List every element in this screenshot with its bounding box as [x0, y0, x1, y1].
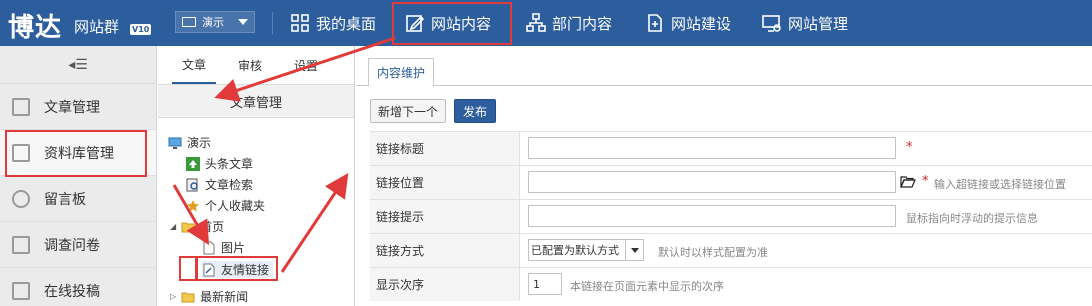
submit-icon [12, 281, 30, 300]
field-hint: 鼠标指向时浮动的提示信息 [906, 212, 1038, 225]
sidebar-item-submit[interactable]: 在线投稿 [0, 268, 156, 306]
chevron-down-icon [238, 19, 248, 25]
tree-node-label: 最新新闻 [200, 290, 249, 304]
nav-site-build[interactable]: 网站建设 [645, 0, 731, 46]
main-content: 内容维护 新增下一个 发布 链接标题 * 链接位置 * 输入超链接或选择链接位置… [356, 46, 1092, 306]
field-label: 链接提示 [370, 200, 520, 233]
article-icon [12, 97, 30, 116]
form-row-link-tip: 链接提示 鼠标指向时浮动的提示信息 [370, 199, 1092, 233]
highlight-tree-marker [179, 256, 197, 281]
tree-node-search[interactable]: 文章检索 [186, 176, 253, 193]
display-order-input[interactable]: 1 [528, 273, 562, 295]
field-hint: 本链接在页面元素中显示的次序 [570, 280, 724, 293]
sidebar-item-label: 调查问卷 [44, 237, 100, 254]
tree-node-label: 文章检索 [205, 178, 254, 192]
add-next-button[interactable]: 新增下一个 [370, 99, 446, 123]
tree-title: 文章管理 [158, 84, 354, 118]
monitor-gear-icon [762, 15, 781, 32]
up-arrow-icon [186, 156, 200, 171]
form-row-link-title: 链接标题 * [370, 131, 1092, 165]
main-tabbar: 内容维护 [356, 46, 1092, 87]
site-select-value: 演示 [202, 16, 224, 29]
field-hint: 输入超链接或选择链接位置 [934, 178, 1066, 191]
build-icon [648, 14, 662, 32]
form-row-display-order: 显示次序 1 本链接在页面元素中显示的次序 [370, 267, 1092, 301]
nav-label: 我的桌面 [316, 14, 377, 33]
field-label: 链接标题 [370, 132, 520, 165]
tab-article[interactable]: 文章 [172, 46, 217, 84]
tab-content-maintenance[interactable]: 内容维护 [368, 58, 435, 87]
collapse-menu-button[interactable]: ◂☰ [0, 46, 156, 84]
sidebar-item-label: 文章管理 [44, 99, 100, 116]
field-hint: 默认时以样式配置为准 [658, 246, 768, 259]
page-icon [203, 241, 215, 254]
org-chart-icon [526, 13, 546, 32]
sidebar-item-label: 留言板 [44, 191, 86, 208]
monitor-icon [168, 137, 182, 149]
link-mode-select[interactable]: 已配置为默认方式 [528, 239, 654, 261]
highlight-nav-site-content [392, 2, 512, 45]
field-label: 链接方式 [370, 234, 520, 267]
sidebar-item-message[interactable]: 留言板 [0, 176, 156, 222]
form-row-link-url: 链接位置 * 输入超链接或选择链接位置 [370, 165, 1092, 199]
nav-label: 网站管理 [788, 14, 849, 33]
nav-label: 部门内容 [552, 14, 613, 33]
link-mode-value: 已配置为默认方式 [528, 239, 626, 261]
logo: 博达 [8, 13, 63, 43]
expand-toggle-icon[interactable]: ▷ [170, 292, 176, 301]
required-mark: * [906, 140, 913, 155]
tree-node-latest-news[interactable]: ▷ 最新新闻 [170, 288, 248, 305]
search-doc-icon [186, 178, 198, 191]
site-select[interactable]: 演示 [175, 11, 255, 33]
monitor-icon [182, 17, 196, 27]
message-icon [12, 189, 30, 208]
folder-open-icon[interactable] [900, 175, 916, 189]
star-icon [187, 199, 199, 211]
chevron-down-icon [626, 239, 644, 261]
sidebar-item-survey[interactable]: 调查问卷 [0, 222, 156, 268]
link-url-input[interactable] [528, 171, 896, 193]
tree-node-favorites[interactable]: 个人收藏夹 [186, 197, 265, 214]
tree-node-label: 首页 [200, 220, 225, 234]
top-header: 博达 网站群 V10 演示 我的桌面 网站内容 部门内容 网站建设 网站管理 [0, 0, 1092, 46]
tree-tabs: 文章 审核 设置 [158, 46, 354, 84]
tree-node-headline[interactable]: 头条文章 [186, 155, 253, 172]
tab-settings[interactable]: 设置 [284, 46, 328, 84]
grid-icon [291, 14, 309, 32]
tree-node-label: 个人收藏夹 [205, 199, 266, 213]
required-mark: * [922, 174, 929, 189]
tree-node-demo[interactable]: 演示 [168, 134, 211, 151]
field-label: 显示次序 [370, 268, 520, 301]
field-label: 链接位置 [370, 166, 520, 199]
sidebar-item-article[interactable]: 文章管理 [0, 84, 156, 130]
folder-icon [181, 222, 195, 232]
publish-button[interactable]: 发布 [454, 99, 496, 123]
nav-divider [272, 12, 273, 34]
nav-label: 网站建设 [671, 14, 732, 33]
highlight-sidebar-archive [5, 130, 147, 177]
form-row-link-mode: 链接方式 已配置为默认方式 默认时以样式配置为准 [370, 233, 1092, 267]
tree-node-images[interactable]: 图片 [202, 239, 245, 256]
highlight-tree-friend-links [196, 256, 278, 281]
nav-my-desktop[interactable]: 我的桌面 [290, 0, 376, 46]
tree-node-home[interactable]: ◢ 首页 [170, 218, 224, 235]
version-badge: V10 [130, 24, 152, 35]
tree-node-label: 图片 [221, 241, 246, 255]
link-title-input[interactable] [528, 137, 896, 159]
logo-subtitle: 网站群 [74, 18, 120, 36]
sidebar-item-label: 在线投稿 [44, 283, 100, 300]
expand-toggle-icon[interactable]: ◢ [170, 222, 176, 231]
link-tip-input[interactable] [528, 205, 896, 227]
tree-node-label: 演示 [187, 136, 212, 150]
nav-dept-content[interactable]: 部门内容 [526, 0, 612, 46]
nav-site-admin[interactable]: 网站管理 [762, 0, 848, 46]
survey-icon [12, 235, 30, 254]
tab-review[interactable]: 审核 [228, 46, 272, 84]
tree-node-label: 头条文章 [205, 157, 254, 171]
folder-icon [181, 292, 195, 302]
